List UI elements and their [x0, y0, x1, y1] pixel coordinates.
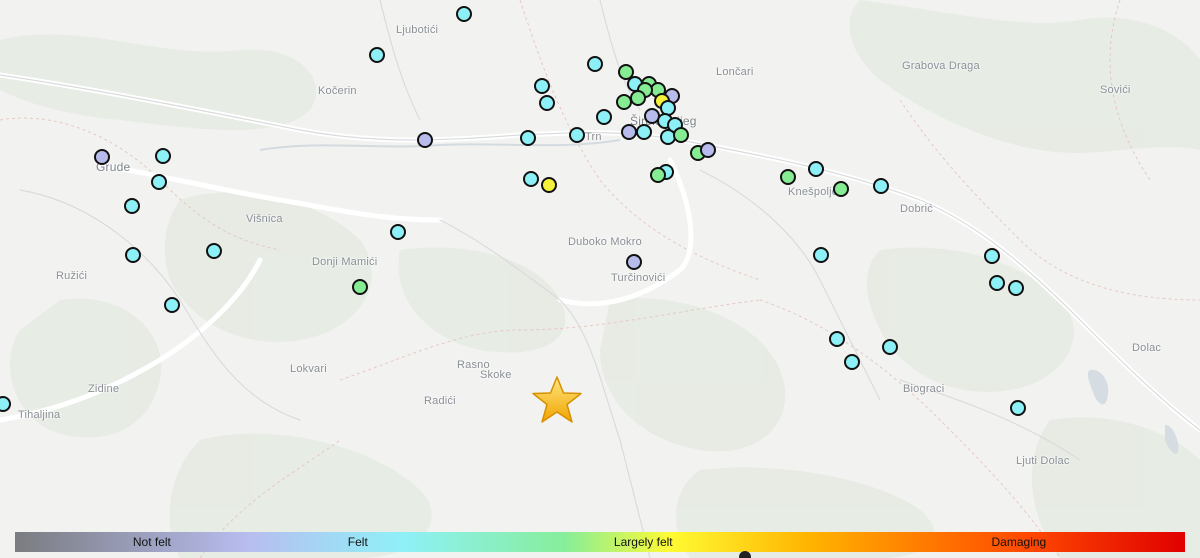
- felt-report-marker[interactable]: [873, 178, 889, 194]
- intensity-legend: Not felt Felt Largely felt Damaging: [15, 532, 1185, 552]
- felt-report-marker[interactable]: [813, 247, 829, 263]
- felt-report-marker[interactable]: [534, 78, 550, 94]
- legend-label-damaging: Damaging: [991, 535, 1047, 549]
- place-label-dobric: Dobrić: [900, 203, 933, 215]
- basemap: [0, 0, 1200, 558]
- felt-report-marker[interactable]: [636, 124, 652, 140]
- felt-report-marker[interactable]: [541, 177, 557, 193]
- place-label-turcinovici: Turčinovići: [611, 272, 666, 284]
- felt-report-marker[interactable]: [520, 130, 536, 146]
- place-label-kocerin: Kočerin: [318, 85, 357, 97]
- place-label-lokvari: Lokvari: [290, 363, 327, 375]
- felt-report-marker[interactable]: [829, 331, 845, 347]
- felt-report-marker[interactable]: [390, 224, 406, 240]
- felt-report-marker[interactable]: [155, 148, 171, 164]
- felt-report-marker[interactable]: [369, 47, 385, 63]
- felt-report-marker[interactable]: [1010, 400, 1026, 416]
- felt-report-marker[interactable]: [125, 247, 141, 263]
- felt-report-marker[interactable]: [596, 109, 612, 125]
- place-label-tihaljina: Tihaljina: [18, 409, 61, 421]
- felt-report-marker[interactable]: [94, 149, 110, 165]
- place-label-sovici: Sovići: [1100, 84, 1131, 96]
- felt-report-marker[interactable]: [626, 254, 642, 270]
- felt-report-marker[interactable]: [352, 279, 368, 295]
- felt-report-marker[interactable]: [1008, 280, 1024, 296]
- place-label-ljuti-dolac: Ljuti Dolac: [1016, 455, 1070, 467]
- felt-report-marker[interactable]: [833, 181, 849, 197]
- felt-report-marker[interactable]: [882, 339, 898, 355]
- place-label-donji-mamici: Donji Mamići: [312, 256, 378, 268]
- place-label-grabova-draga: Grabova Draga: [902, 60, 980, 72]
- felt-report-marker[interactable]: [456, 6, 472, 22]
- place-label-radici: Radići: [424, 395, 456, 407]
- felt-report-marker[interactable]: [164, 297, 180, 313]
- felt-report-marker[interactable]: [650, 167, 666, 183]
- felt-report-marker[interactable]: [539, 95, 555, 111]
- place-label-skoke: Skoke: [480, 369, 512, 381]
- legend-label-felt: Felt: [347, 535, 368, 549]
- felt-report-marker[interactable]: [124, 198, 140, 214]
- felt-report-marker[interactable]: [621, 124, 637, 140]
- place-label-zidine: Zidine: [88, 383, 120, 395]
- felt-report-marker[interactable]: [844, 354, 860, 370]
- felt-report-marker[interactable]: [673, 127, 689, 143]
- place-label-ruzici: Ružići: [56, 270, 88, 282]
- place-label-knespolje: Knešpolje: [788, 186, 839, 198]
- felt-report-marker[interactable]: [587, 56, 603, 72]
- place-label-biograci: Biograci: [903, 383, 945, 395]
- felt-report-marker[interactable]: [984, 248, 1000, 264]
- felt-report-marker[interactable]: [780, 169, 796, 185]
- felt-reports-map[interactable]: Ljubotići Kočerin Grude Višnica Ružići D…: [0, 0, 1200, 558]
- legend-label-largely-felt: Largely felt: [613, 535, 673, 549]
- felt-report-marker[interactable]: [417, 132, 433, 148]
- place-label-ljubotici: Ljubotići: [396, 24, 439, 36]
- felt-report-marker[interactable]: [523, 171, 539, 187]
- felt-report-marker[interactable]: [151, 174, 167, 190]
- epicenter-star-icon[interactable]: [531, 375, 583, 425]
- place-label-dolac: Dolac: [1132, 342, 1162, 354]
- felt-report-marker[interactable]: [700, 142, 716, 158]
- felt-report-marker[interactable]: [630, 90, 646, 106]
- place-label-trn: Trn: [585, 131, 602, 143]
- felt-report-marker[interactable]: [569, 127, 585, 143]
- place-label-visnica: Višnica: [246, 213, 283, 225]
- place-label-duboko-mokro: Duboko Mokro: [568, 236, 642, 248]
- place-label-loncari: Lončari: [716, 66, 754, 78]
- felt-report-marker[interactable]: [989, 275, 1005, 291]
- legend-label-not-felt: Not felt: [132, 535, 171, 549]
- legend-indicator-icon: [739, 551, 751, 558]
- felt-report-marker[interactable]: [808, 161, 824, 177]
- felt-report-marker[interactable]: [206, 243, 222, 259]
